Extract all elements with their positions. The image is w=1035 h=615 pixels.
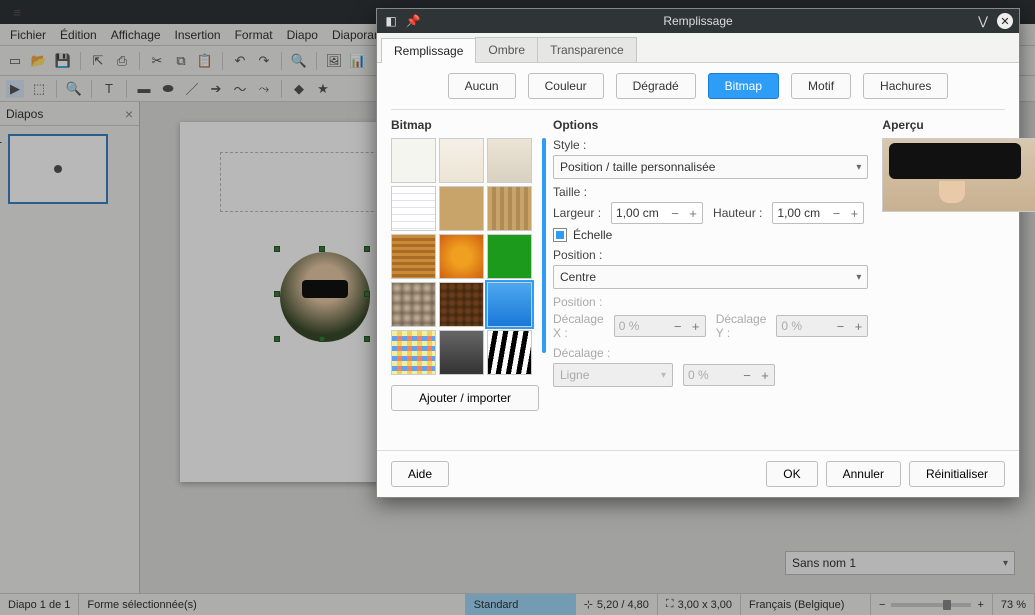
height-label: Hauteur : [713,206,762,220]
offsetx-label: Décalage X : [553,312,604,340]
minus-icon[interactable]: − [666,206,684,221]
reset-button[interactable]: Réinitialiser [909,461,1005,487]
bitmap-swatch[interactable] [487,330,532,375]
preview-image [882,138,1035,212]
bitmap-swatch[interactable] [439,234,484,279]
bitmap-grid [391,138,539,375]
height-spin[interactable]: − + [772,202,864,224]
checkbox-icon[interactable] [553,228,567,242]
position-combo[interactable]: Centre [553,265,868,289]
tile-row-combo: Ligne [553,363,673,387]
plus-icon: + [756,368,774,383]
fill-hatch-button[interactable]: Hachures [863,73,948,99]
tile-value-spin: − + [683,364,775,386]
plus-icon: + [849,319,867,334]
bitmap-swatch[interactable] [439,330,484,375]
offsety-spin: − + [776,315,868,337]
minus-icon[interactable]: − [827,206,845,221]
plus-icon: + [687,319,705,334]
maximize-icon[interactable]: ⋁ [975,13,991,29]
offsety-input [777,319,831,333]
minus-icon: − [738,368,756,383]
bitmap-swatch[interactable] [391,330,436,375]
bitmap-swatch[interactable] [487,186,532,231]
add-import-button[interactable]: Ajouter / importer [391,385,539,411]
bitmap-scrollbar[interactable] [542,138,546,353]
fill-color-button[interactable]: Couleur [528,73,604,99]
dialog-title: Remplissage [421,14,975,28]
scale-checkbox[interactable]: Échelle [553,228,868,242]
fill-type-row: Aucun Couleur Dégradé Bitmap Motif Hachu… [391,73,1005,99]
tile-value-input [684,368,738,382]
style-combo[interactable]: Position / taille personnalisée [553,155,868,179]
fill-dialog: ◧ 📌 Remplissage ⋁ ✕ Remplissage Ombre Tr… [376,8,1020,498]
bitmap-swatch[interactable] [391,186,436,231]
fill-bitmap-button[interactable]: Bitmap [708,73,779,99]
dialog-tabs: Remplissage Ombre Transparence [377,33,1019,63]
width-input[interactable] [612,206,666,220]
width-spin[interactable]: − + [611,202,703,224]
pin-icon[interactable]: 📌 [405,13,421,29]
bitmap-swatch[interactable] [487,282,532,327]
minus-icon: − [669,319,687,334]
height-input[interactable] [773,206,827,220]
tile-label: Décalage : [553,346,868,360]
offsety-label: Décalage Y : [716,312,767,340]
minus-icon: − [831,319,849,334]
plus-icon[interactable]: + [684,206,702,221]
plus-icon[interactable]: + [845,206,863,221]
dialog-titlebar[interactable]: ◧ 📌 Remplissage ⋁ ✕ [377,9,1019,33]
fill-none-button[interactable]: Aucun [448,73,516,99]
bitmap-swatch[interactable] [391,282,436,327]
bitmap-swatch[interactable] [439,282,484,327]
close-icon[interactable]: ✕ [997,13,1013,29]
section-bitmap-title: Bitmap [391,118,539,132]
position-label: Position : [553,248,868,262]
position2-label: Position : [553,295,868,309]
bitmap-swatch[interactable] [439,138,484,183]
window-menu-icon[interactable]: ◧ [383,13,399,29]
section-options-title: Options [553,118,868,132]
bitmap-swatch[interactable] [487,138,532,183]
bitmap-swatch[interactable] [487,234,532,279]
tab-shadow[interactable]: Ombre [475,37,538,62]
style-label: Style : [553,138,868,152]
bitmap-swatch[interactable] [439,186,484,231]
size-label: Taille : [553,185,868,199]
fill-gradient-button[interactable]: Dégradé [616,73,696,99]
offsetx-spin: − + [614,315,706,337]
dialog-footer: Aide OK Annuler Réinitialiser [377,450,1019,497]
bitmap-swatch[interactable] [391,234,436,279]
cancel-button[interactable]: Annuler [826,461,901,487]
offsetx-input [615,319,669,333]
bitmap-swatch[interactable] [391,138,436,183]
section-preview-title: Aperçu [882,118,1035,132]
width-label: Largeur : [553,206,601,220]
tab-fill[interactable]: Remplissage [381,38,476,63]
ok-button[interactable]: OK [766,461,817,487]
fill-pattern-button[interactable]: Motif [791,73,851,99]
help-button[interactable]: Aide [391,461,449,487]
tab-transparency[interactable]: Transparence [537,37,637,62]
